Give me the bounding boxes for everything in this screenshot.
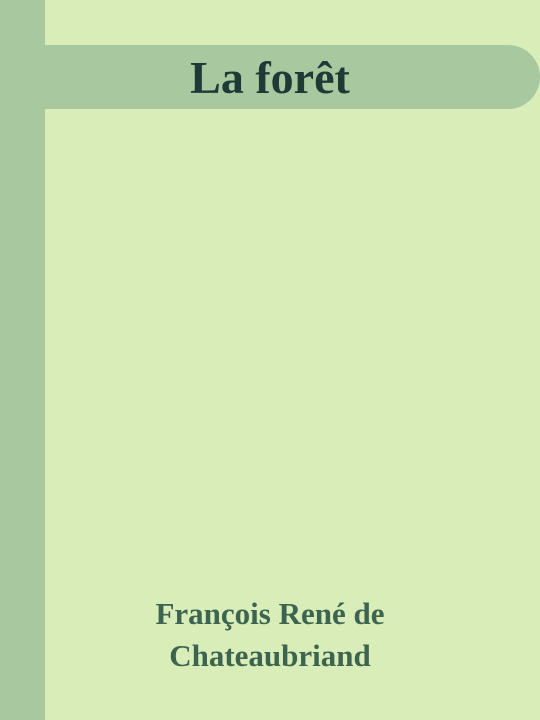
book-title: La forêt [190, 52, 350, 103]
book-author: François René de Chateaubriand [0, 593, 540, 677]
author-line-1: François René de [155, 596, 385, 631]
book-cover: La forêt François René de Chateaubriand [0, 0, 540, 720]
author-line-2: Chateaubriand [169, 638, 371, 673]
